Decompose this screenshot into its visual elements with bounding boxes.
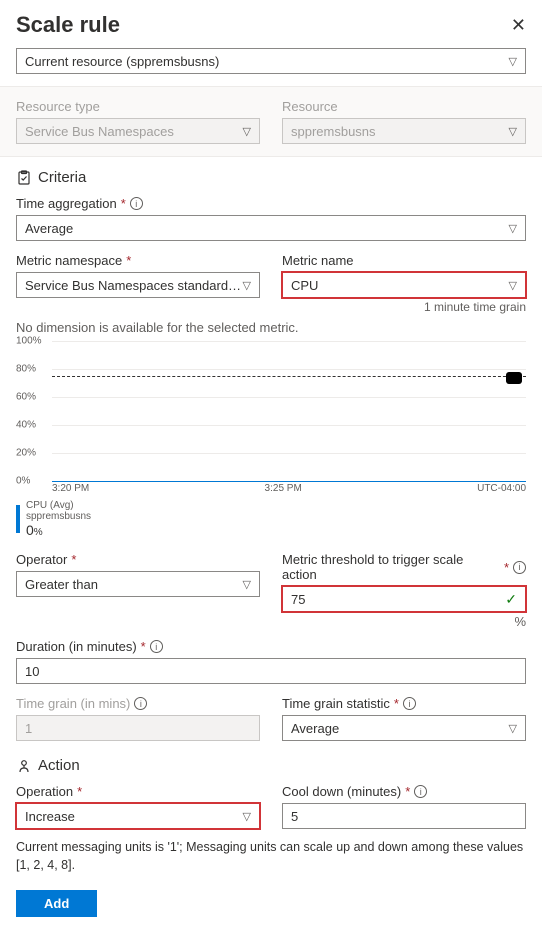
y-tick: 40% [16, 420, 36, 431]
metric-name-value: CPU [291, 278, 318, 293]
time-grain-mins-value: 1 [25, 721, 32, 736]
clipboard-check-icon [16, 170, 32, 186]
time-grain-note: 1 minute time grain [282, 300, 526, 314]
resource-scope-select[interactable]: Current resource (sppremsbusns) ▽ [16, 48, 526, 74]
resource-label: Resource [282, 99, 526, 114]
required-marker: * [121, 196, 126, 211]
chevron-down-icon: ▽ [509, 279, 517, 292]
time-aggregation-select[interactable]: Average ▽ [16, 215, 526, 241]
threshold-label: Metric threshold to trigger scale action [282, 552, 500, 582]
resource-type-label: Resource type [16, 99, 260, 114]
info-icon[interactable]: i [150, 640, 163, 653]
resource-value: sppremsbusns [291, 124, 376, 139]
checkmark-icon: ✓ [505, 591, 517, 608]
time-grain-stat-label: Time grain statistic [282, 696, 390, 711]
metric-name-select[interactable]: CPU ▽ [282, 272, 526, 298]
y-tick: 20% [16, 448, 36, 459]
time-grain-stat-select[interactable]: Average ▽ [282, 715, 526, 741]
chevron-down-icon: ▽ [243, 578, 251, 591]
required-marker: * [405, 784, 410, 799]
y-tick: 60% [16, 392, 36, 403]
cooldown-label: Cool down (minutes) [282, 784, 401, 799]
chevron-down-icon: ▽ [509, 722, 517, 735]
required-marker: * [77, 784, 82, 799]
chevron-down-icon: ▽ [243, 810, 251, 823]
operator-value: Greater than [25, 577, 98, 592]
metric-namespace-label: Metric namespace [16, 253, 122, 268]
threshold-input[interactable]: 75 ✓ [282, 586, 526, 612]
y-tick: 80% [16, 364, 36, 375]
required-marker: * [394, 696, 399, 711]
chevron-down-icon: ▽ [243, 125, 251, 138]
chart-timezone: UTC-04:00 [477, 483, 526, 494]
operation-value: Increase [25, 809, 75, 824]
resource-type-value: Service Bus Namespaces [25, 124, 174, 139]
required-marker: * [504, 560, 509, 575]
metric-namespace-value: Service Bus Namespaces standard me... [25, 278, 243, 293]
time-grain-stat-value: Average [291, 721, 339, 736]
cooldown-input[interactable]: 5 [282, 803, 526, 829]
info-icon[interactable]: i [513, 561, 526, 574]
legend-unit: % [34, 527, 43, 538]
resource-select: sppremsbusns ▽ [282, 118, 526, 144]
operator-select[interactable]: Greater than ▽ [16, 571, 260, 597]
info-icon[interactable]: i [414, 785, 427, 798]
y-tick: 0% [16, 476, 30, 487]
metric-chart: 100% 80% 60% 40% 20% 0% [16, 341, 526, 481]
required-marker: * [141, 639, 146, 654]
y-tick: 100% [16, 336, 42, 347]
info-icon[interactable]: i [130, 197, 143, 210]
chart-tooltip-marker [506, 372, 522, 384]
resource-scope-value: Current resource (sppremsbusns) [25, 54, 219, 69]
action-icon [16, 758, 32, 774]
series-line [52, 481, 526, 482]
info-icon[interactable]: i [403, 697, 416, 710]
chart-legend: CPU (Avg) sppremsbusns 0% [16, 500, 526, 538]
panel-title: Scale rule [16, 12, 120, 38]
operation-label: Operation [16, 784, 73, 799]
cooldown-value: 5 [291, 809, 298, 824]
time-aggregation-label: Time aggregation [16, 196, 117, 211]
legend-color-swatch [16, 505, 20, 533]
metric-name-label: Metric name [282, 253, 354, 268]
duration-value: 10 [25, 664, 39, 679]
scaling-note: Current messaging units is '1'; Messagin… [16, 839, 526, 874]
x-tick: 3:25 PM [265, 483, 302, 494]
required-marker: * [126, 253, 131, 268]
chevron-down-icon: ▽ [243, 279, 251, 292]
required-marker: * [71, 552, 76, 567]
criteria-heading: Criteria [38, 169, 86, 186]
action-heading: Action [38, 757, 80, 774]
chevron-down-icon: ▽ [509, 222, 517, 235]
time-aggregation-value: Average [25, 221, 73, 236]
info-icon[interactable]: i [134, 697, 147, 710]
metric-namespace-select[interactable]: Service Bus Namespaces standard me... ▽ [16, 272, 260, 298]
legend-current-value: 0 [26, 522, 34, 538]
legend-series-name: CPU (Avg) [26, 500, 91, 511]
threshold-value: 75 [291, 592, 305, 607]
time-grain-mins-label: Time grain (in mins) [16, 696, 130, 711]
close-icon[interactable]: ✕ [511, 15, 526, 36]
operator-label: Operator [16, 552, 67, 567]
threshold-unit: % [282, 614, 526, 629]
chevron-down-icon: ▽ [509, 55, 517, 68]
resource-type-select: Service Bus Namespaces ▽ [16, 118, 260, 144]
chevron-down-icon: ▽ [509, 125, 517, 138]
x-tick: 3:20 PM [52, 483, 89, 494]
threshold-line [52, 376, 526, 377]
operation-select[interactable]: Increase ▽ [16, 803, 260, 829]
no-dimension-note: No dimension is available for the select… [16, 320, 526, 335]
duration-label: Duration (in minutes) [16, 639, 137, 654]
legend-series-resource: sppremsbusns [26, 511, 91, 522]
duration-input[interactable]: 10 [16, 658, 526, 684]
time-grain-mins-input: 1 [16, 715, 260, 741]
add-button[interactable]: Add [16, 890, 97, 917]
